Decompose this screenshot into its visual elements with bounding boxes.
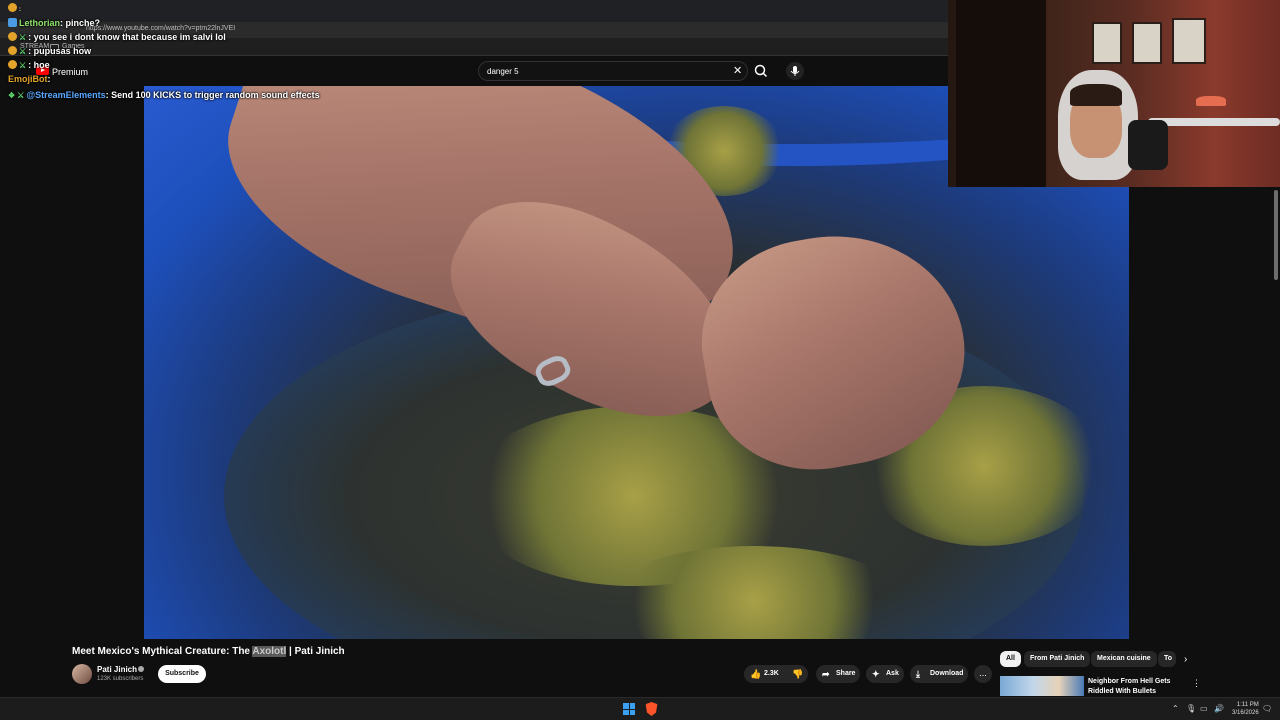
- chip-partial[interactable]: To: [1158, 651, 1176, 667]
- chat-username: EmojiBot: [8, 74, 48, 84]
- chat-message: EmojiBot:: [8, 74, 51, 84]
- windows-start-icon[interactable]: [623, 703, 635, 715]
- chevron-up-icon[interactable]: ⌃: [1172, 704, 1179, 713]
- chip-from-channel[interactable]: From Pati Jinich: [1024, 651, 1091, 667]
- chat-text: : you see i dont know that because im sa…: [28, 32, 226, 42]
- more-actions-button[interactable]: ...: [974, 665, 992, 683]
- brave-browser-icon[interactable]: [645, 702, 658, 716]
- title-part: Meet Mexico's Mythical Creature: The: [72, 646, 253, 657]
- close-icon[interactable]: ✕: [733, 64, 742, 77]
- mod-sword-icon: ⚔: [17, 91, 25, 100]
- taskbar: ⌃ 🎙 ▭ 🔊 1:11 PM 3/16/2026 🗨: [0, 697, 1280, 720]
- kebab-menu-icon[interactable]: ⋮: [1192, 678, 1201, 689]
- wall-art: [1132, 22, 1162, 64]
- title-highlight: Axolotl: [252, 646, 287, 657]
- volume-icon[interactable]: 🔊: [1214, 704, 1224, 713]
- microphone-icon[interactable]: [786, 62, 804, 80]
- chat-username: @StreamElements: [26, 90, 106, 100]
- title-part: | Pati Jinich: [286, 646, 345, 657]
- chat-badge-icon: [8, 46, 17, 55]
- recommendation-thumbnail[interactable]: [1000, 676, 1084, 696]
- share-icon: ➦: [822, 669, 830, 679]
- avatar[interactable]: [72, 664, 92, 684]
- verified-icon: [138, 666, 144, 672]
- lamp: [1196, 96, 1226, 106]
- subscribe-button[interactable]: Subscribe: [158, 665, 206, 683]
- chat-text: : Send 100 KICKS to trigger random sound…: [105, 90, 320, 100]
- download-label: Download: [930, 670, 964, 677]
- wall-art: [1172, 18, 1206, 64]
- microphone-icon[interactable]: 🎙: [1186, 704, 1196, 713]
- subscriber-count: 123K subscribers: [97, 676, 144, 682]
- webcam-overlay: [948, 0, 1280, 187]
- system-clock[interactable]: 1:11 PM 3/16/2026: [1232, 701, 1259, 717]
- channel-name[interactable]: Pati Jinich: [97, 665, 137, 674]
- streamer-hair: [1070, 84, 1122, 106]
- search-input[interactable]: danger 5 ✕: [478, 61, 748, 81]
- bot-badge-icon: ❖: [8, 91, 16, 100]
- youtube-header: Premium: [0, 56, 948, 86]
- notification-icon[interactable]: 🗨: [1262, 704, 1272, 713]
- network-icon[interactable]: ▭: [1200, 704, 1208, 713]
- browser-tab-strip: [0, 0, 948, 22]
- mod-sword-icon: ⚔: [19, 33, 27, 42]
- mic-arm: [1148, 118, 1280, 126]
- search-icon[interactable]: [752, 63, 770, 79]
- chat-badge-icon: [8, 18, 17, 27]
- thumbs-down-icon[interactable]: 👎: [792, 665, 803, 683]
- chat-text: :: [19, 7, 21, 13]
- sparkle-icon: ✦: [872, 669, 880, 679]
- chip-mexican-cuisine[interactable]: Mexican cuisine: [1091, 651, 1157, 667]
- door: [956, 0, 1046, 187]
- wall-art: [1092, 22, 1122, 64]
- chat-badge-icon: [8, 32, 17, 41]
- chat-message: ⚔: pupusas how: [8, 46, 91, 56]
- scrollbar[interactable]: [1274, 190, 1278, 280]
- chat-message: Lethorian: pinche?: [8, 18, 100, 28]
- chevron-right-icon[interactable]: ›: [1184, 654, 1187, 665]
- youtube-premium-label[interactable]: Premium: [52, 67, 88, 77]
- mod-sword-icon: ⚔: [19, 61, 27, 70]
- mod-sword-icon: ⚔: [19, 47, 27, 56]
- ask-button[interactable]: ✦ Ask: [866, 665, 904, 683]
- ask-label: Ask: [886, 670, 899, 677]
- recommendation-title[interactable]: Neighbor From Hell Gets Riddled With Bul…: [1088, 677, 1184, 697]
- like-dislike-button[interactable]: 👍 2.3K 👎: [744, 665, 808, 683]
- chat-badge-icon: [8, 3, 17, 12]
- like-count: 2.3K: [764, 670, 779, 677]
- chip-all[interactable]: All: [1000, 651, 1021, 667]
- chat-text: : hoe: [28, 60, 50, 70]
- chat-text: : pinche?: [60, 18, 101, 28]
- chat-username: Lethorian: [19, 18, 61, 28]
- chat-message: ⚔: hoe: [8, 60, 50, 70]
- clock-date: 3/16/2026: [1232, 710, 1259, 716]
- chat-message: :: [8, 3, 21, 13]
- chat-text: :: [47, 74, 51, 84]
- download-icon: ⤓: [916, 669, 920, 679]
- url-text[interactable]: https://www.youtube.com/watch?v=ptm22lnJ…: [86, 25, 235, 32]
- share-label: Share: [836, 670, 856, 677]
- download-button[interactable]: ⤓ Download: [910, 665, 968, 683]
- chat-text: : pupusas how: [28, 46, 92, 56]
- search-value: danger 5: [487, 67, 519, 76]
- microphone: [1128, 120, 1168, 170]
- thumbs-up-icon[interactable]: 👍: [750, 665, 761, 683]
- chat-badge-icon: [8, 60, 17, 69]
- share-button[interactable]: ➦ Share: [816, 665, 860, 683]
- chat-message: ❖ ⚔ @StreamElements: Send 100 KICKS to tri…: [8, 90, 320, 100]
- clock-time: 1:11 PM: [1236, 702, 1259, 708]
- video-title: Meet Mexico's Mythical Creature: The Axo…: [72, 646, 345, 657]
- chat-message: ⚔: you see i dont know that because im s…: [8, 32, 226, 42]
